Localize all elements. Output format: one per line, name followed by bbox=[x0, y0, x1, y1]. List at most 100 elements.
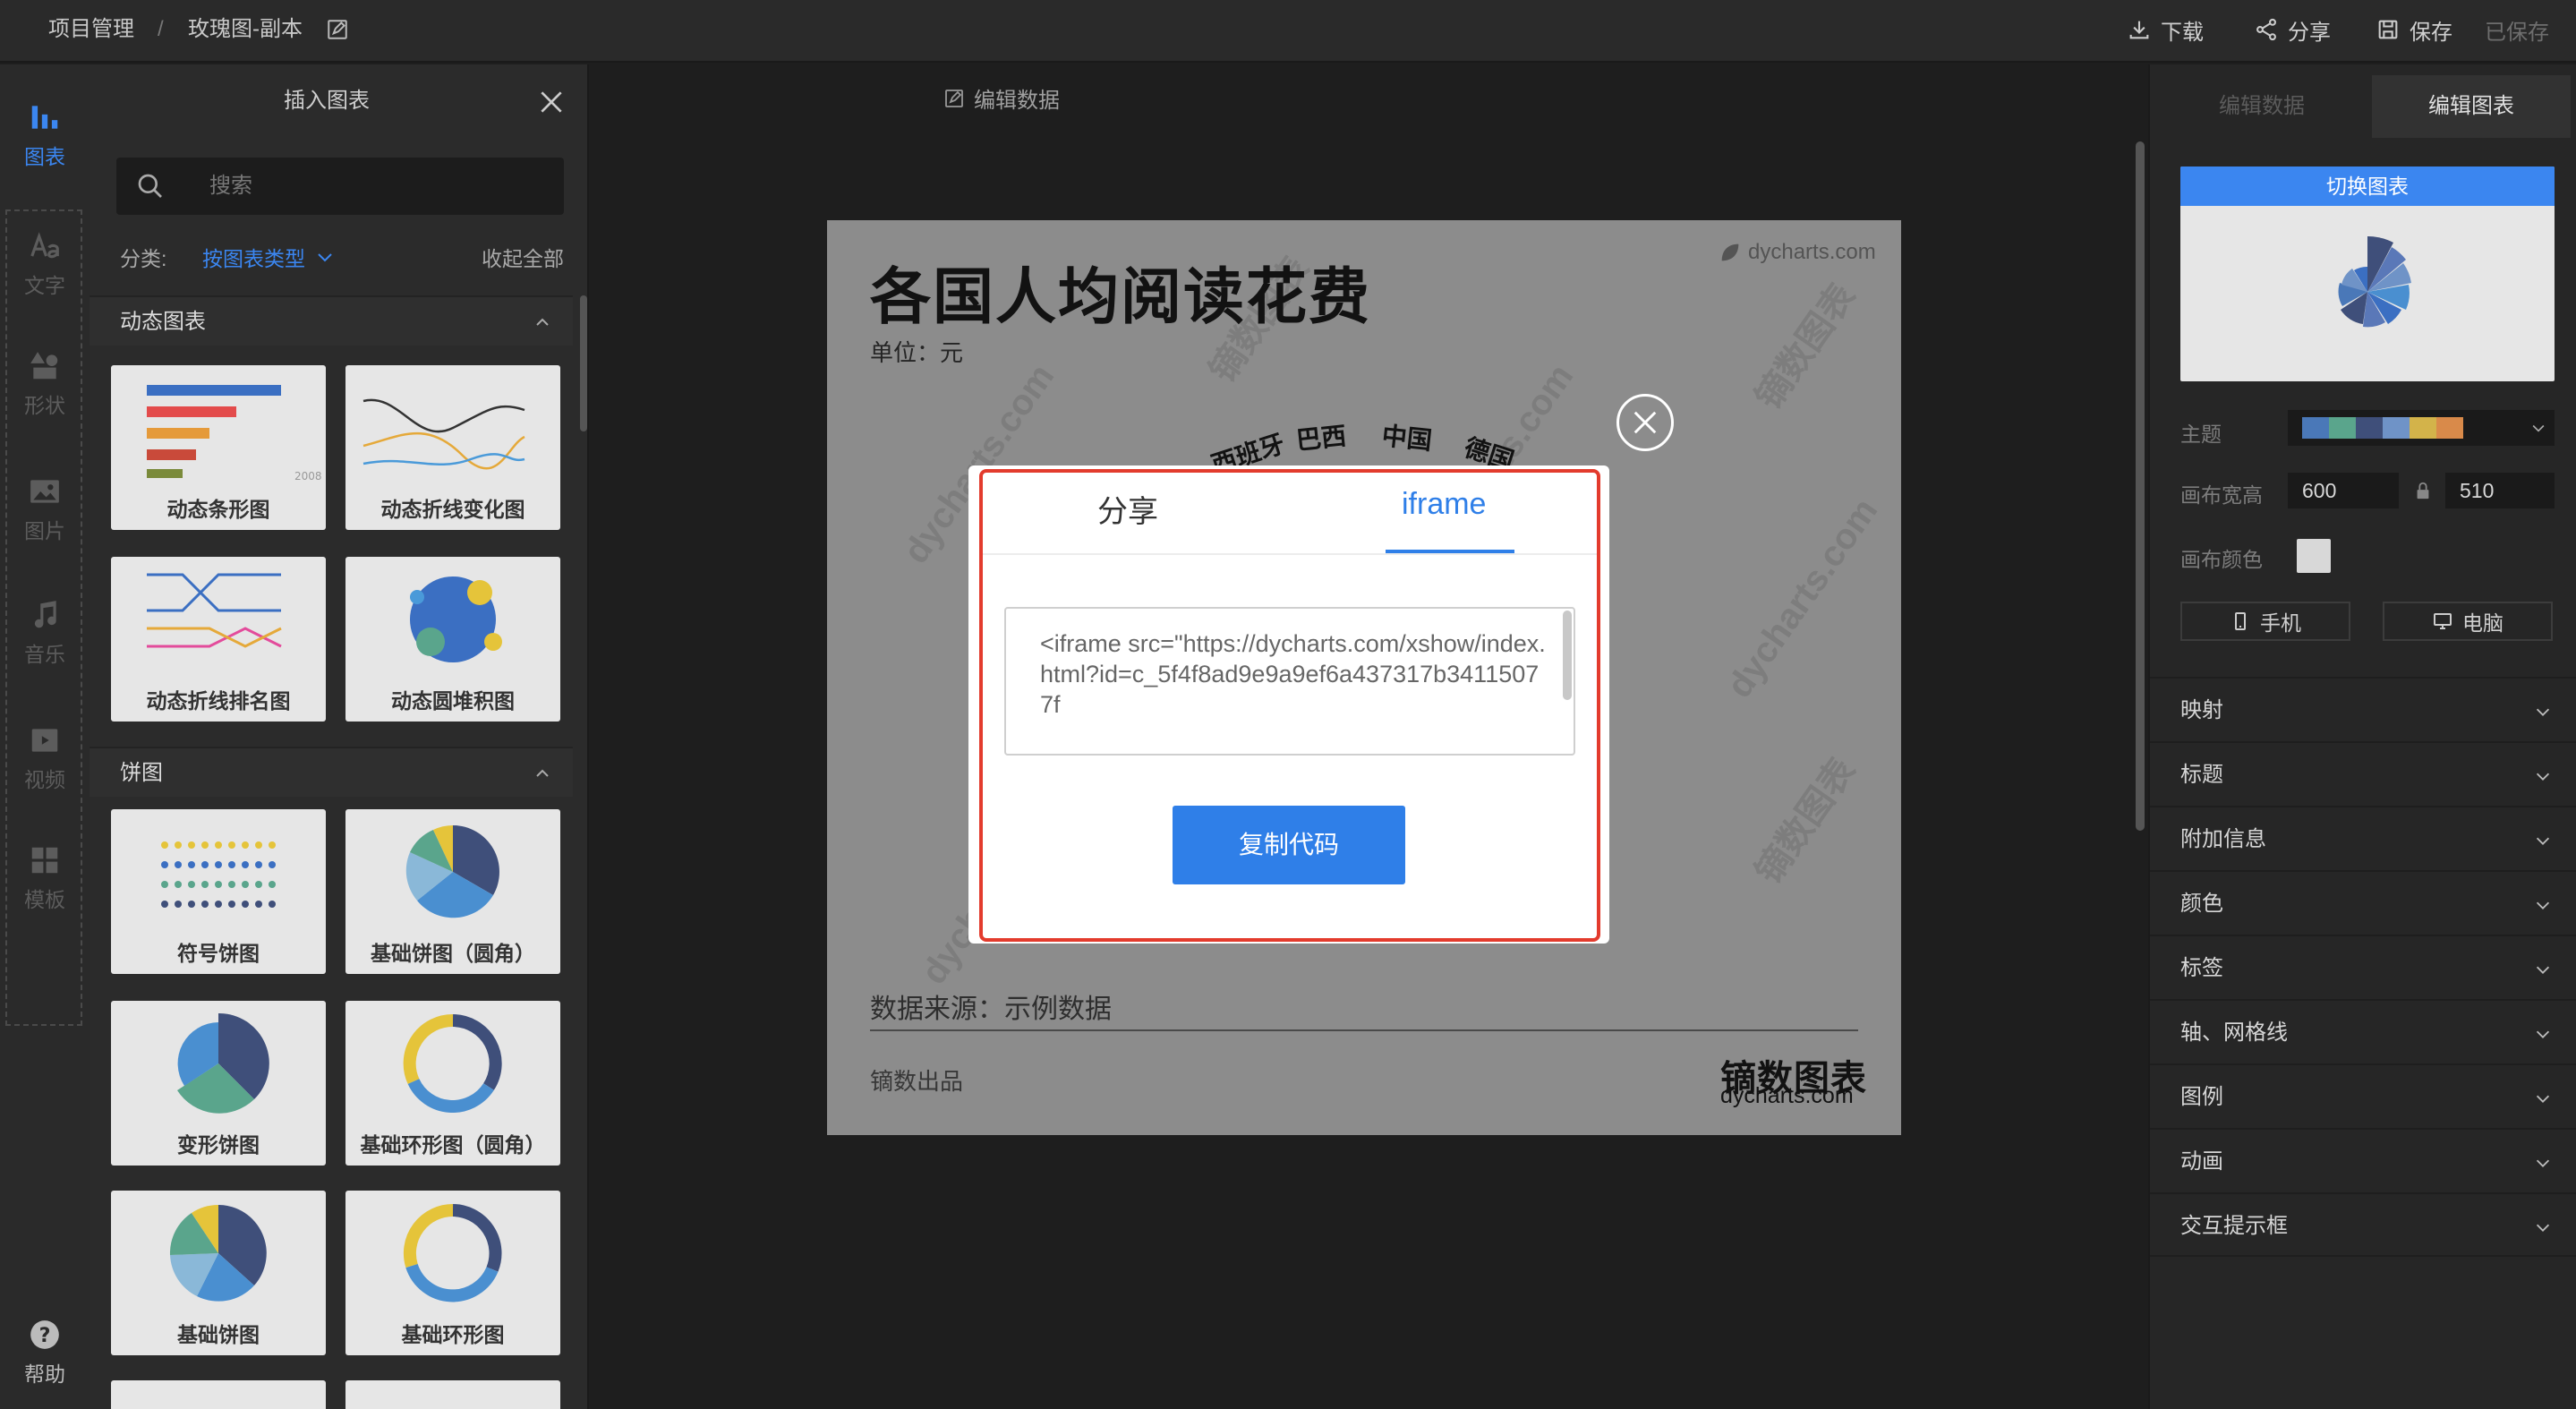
canvas-height-input[interactable]: 510 bbox=[2445, 473, 2555, 508]
basic-pie-thumbnail bbox=[169, 1204, 267, 1302]
panel-scrollbar[interactable] bbox=[580, 295, 587, 431]
search-input[interactable]: 搜索 bbox=[116, 158, 564, 215]
shaped-pie-thumbnail bbox=[177, 1012, 269, 1114]
copy-code-button[interactable]: 复制代码 bbox=[1173, 806, 1405, 884]
sidebar-item-music[interactable]: 音乐 bbox=[0, 598, 90, 668]
download-label: 下载 bbox=[2161, 20, 2204, 45]
group-header-pie[interactable]: 饼图 bbox=[90, 747, 573, 797]
download-button[interactable]: 下载 bbox=[2127, 0, 2204, 59]
edit-data-label: 编辑数据 bbox=[974, 89, 1060, 113]
chart-card-basic-pie-round[interactable]: 基础饼图（圆角） bbox=[345, 809, 560, 974]
chevron-down-icon bbox=[2536, 837, 2550, 845]
group-title: 饼图 bbox=[120, 761, 163, 785]
chevron-down-icon bbox=[2532, 424, 2545, 432]
section-animation[interactable]: 动画 bbox=[2150, 1128, 2576, 1192]
chevron-down-icon bbox=[2536, 708, 2550, 716]
chart-card-basic-pie[interactable]: 基础饼图 bbox=[111, 1191, 326, 1355]
section-label: 标签 bbox=[2180, 956, 2223, 980]
lock-icon[interactable] bbox=[2413, 480, 2433, 501]
mobile-button[interactable]: 手机 bbox=[2180, 602, 2350, 641]
canvas-color-label: 画布颜色 bbox=[2180, 548, 2263, 571]
desktop-button[interactable]: 电脑 bbox=[2383, 602, 2553, 641]
chart-card-symbol-pie[interactable]: 符号饼图 bbox=[111, 809, 326, 974]
chart-card-dynamic-circle[interactable]: 动态圆堆积图 bbox=[345, 557, 560, 722]
text-icon bbox=[30, 232, 59, 259]
theme-label: 主题 bbox=[2180, 423, 2222, 446]
collapse-all-button[interactable]: 收起全部 bbox=[482, 242, 564, 272]
chart-card-dynamic-bar[interactable]: 2008 动态条形图 bbox=[111, 365, 326, 530]
section-label: 映射 bbox=[2180, 698, 2223, 722]
help-icon: ? bbox=[30, 1320, 59, 1349]
modal-close-button[interactable] bbox=[1616, 394, 1674, 451]
sidebar-item-label: 音乐 bbox=[24, 643, 65, 666]
category-dropdown[interactable]: 按图表类型 bbox=[202, 242, 336, 272]
panel-title: 插入图表 bbox=[284, 89, 370, 113]
share-button[interactable]: 分享 bbox=[2254, 0, 2331, 59]
section-color[interactable]: 颜色 bbox=[2150, 870, 2576, 935]
chart-card-shaped-pie[interactable]: 变形饼图 bbox=[111, 1001, 326, 1166]
section-legend[interactable]: 图例 bbox=[2150, 1063, 2576, 1128]
breadcrumb-root[interactable]: 项目管理 bbox=[48, 0, 134, 59]
breadcrumb-separator: / bbox=[158, 17, 164, 41]
iframe-code-textarea[interactable]: <iframe src="https://dycharts.com/xshow/… bbox=[1004, 607, 1575, 756]
sidebar-item-shape[interactable]: 形状 bbox=[0, 349, 90, 419]
chevron-down-icon bbox=[2536, 1159, 2550, 1167]
chevron-down-icon bbox=[2536, 901, 2550, 909]
section-extra-info[interactable]: 附加信息 bbox=[2150, 806, 2576, 870]
chevron-down-icon bbox=[2536, 1030, 2550, 1038]
canvas-scrollbar[interactable] bbox=[2136, 141, 2145, 831]
textarea-scrollbar[interactable] bbox=[1563, 611, 1572, 700]
section-label: 附加信息 bbox=[2180, 827, 2266, 851]
template-icon bbox=[31, 847, 58, 874]
chart-card-partial[interactable] bbox=[345, 1380, 560, 1409]
mobile-label: 手机 bbox=[2260, 611, 2301, 635]
image-icon bbox=[30, 480, 59, 503]
section-label: 颜色 bbox=[2180, 892, 2223, 916]
help-button[interactable]: ? 帮助 bbox=[0, 1318, 90, 1388]
tab-share[interactable]: 分享 bbox=[1097, 487, 1158, 531]
mobile-icon bbox=[2235, 612, 2246, 630]
sidebar-item-image[interactable]: 图片 bbox=[0, 474, 90, 544]
section-title[interactable]: 标题 bbox=[2150, 741, 2576, 806]
chevron-up-icon bbox=[536, 769, 549, 777]
chart-card-ring-round[interactable]: 基础环形图（圆角） bbox=[345, 1001, 560, 1166]
section-axis-grid[interactable]: 轴、网格线 bbox=[2150, 999, 2576, 1063]
close-icon[interactable] bbox=[537, 88, 566, 116]
switch-chart-card[interactable]: 切换图表 bbox=[2180, 167, 2555, 381]
section-label: 标题 bbox=[2180, 763, 2223, 787]
section-mapping[interactable]: 映射 bbox=[2150, 677, 2576, 741]
sidebar-item-chart[interactable]: 图表 bbox=[0, 100, 90, 170]
sidebar-item-template[interactable]: 模板 bbox=[0, 843, 90, 913]
modal-divider bbox=[983, 553, 1597, 555]
chart-card-dynamic-rank[interactable]: 动态折线排名图 bbox=[111, 557, 326, 722]
chevron-down-icon bbox=[2536, 773, 2550, 781]
save-icon bbox=[2378, 20, 2398, 39]
edit-title-icon[interactable] bbox=[326, 18, 349, 41]
chart-card-partial[interactable] bbox=[111, 1380, 326, 1409]
search-placeholder: 搜索 bbox=[209, 174, 252, 198]
tab-edit-chart[interactable]: 编辑图表 bbox=[2372, 75, 2571, 138]
insert-chart-panel: 插入图表 搜索 分类: 按图表类型 收起全部 动态图表 2008 动态条形图 动… bbox=[90, 64, 589, 1409]
svg-text:2008: 2008 bbox=[294, 470, 322, 482]
theme-select[interactable] bbox=[2288, 410, 2555, 446]
svg-text:?: ? bbox=[39, 1324, 51, 1347]
canvas-width-input[interactable]: 600 bbox=[2288, 473, 2399, 508]
sidebar-item-text[interactable]: 文字 bbox=[0, 229, 90, 299]
canvas-color-picker[interactable] bbox=[2297, 539, 2331, 573]
music-icon bbox=[34, 601, 56, 628]
edit-data-header[interactable]: 编辑数据 bbox=[943, 82, 1060, 114]
breadcrumb-current: 玫瑰图-副本 bbox=[188, 17, 303, 41]
group-header-dynamic[interactable]: 动态图表 bbox=[90, 295, 573, 346]
chart-card-dynamic-line[interactable]: 动态折线变化图 bbox=[345, 365, 560, 530]
sidebar-item-video[interactable]: 视频 bbox=[0, 723, 90, 793]
tab-edit-data[interactable]: 编辑数据 bbox=[2159, 75, 2365, 138]
rose-chart-thumbnail bbox=[2338, 235, 2411, 328]
chart-card-label: 符号饼图 bbox=[177, 942, 260, 965]
chart-card-basic-ring[interactable]: 基础环形图 bbox=[345, 1191, 560, 1355]
save-button[interactable]: 保存 bbox=[2376, 0, 2452, 59]
section-tooltip[interactable]: 交互提示框 bbox=[2150, 1192, 2576, 1257]
download-icon bbox=[2129, 21, 2149, 39]
section-labels[interactable]: 标签 bbox=[2150, 935, 2576, 999]
section-label: 交互提示框 bbox=[2180, 1214, 2288, 1238]
tab-iframe[interactable]: iframe bbox=[1402, 487, 1486, 522]
